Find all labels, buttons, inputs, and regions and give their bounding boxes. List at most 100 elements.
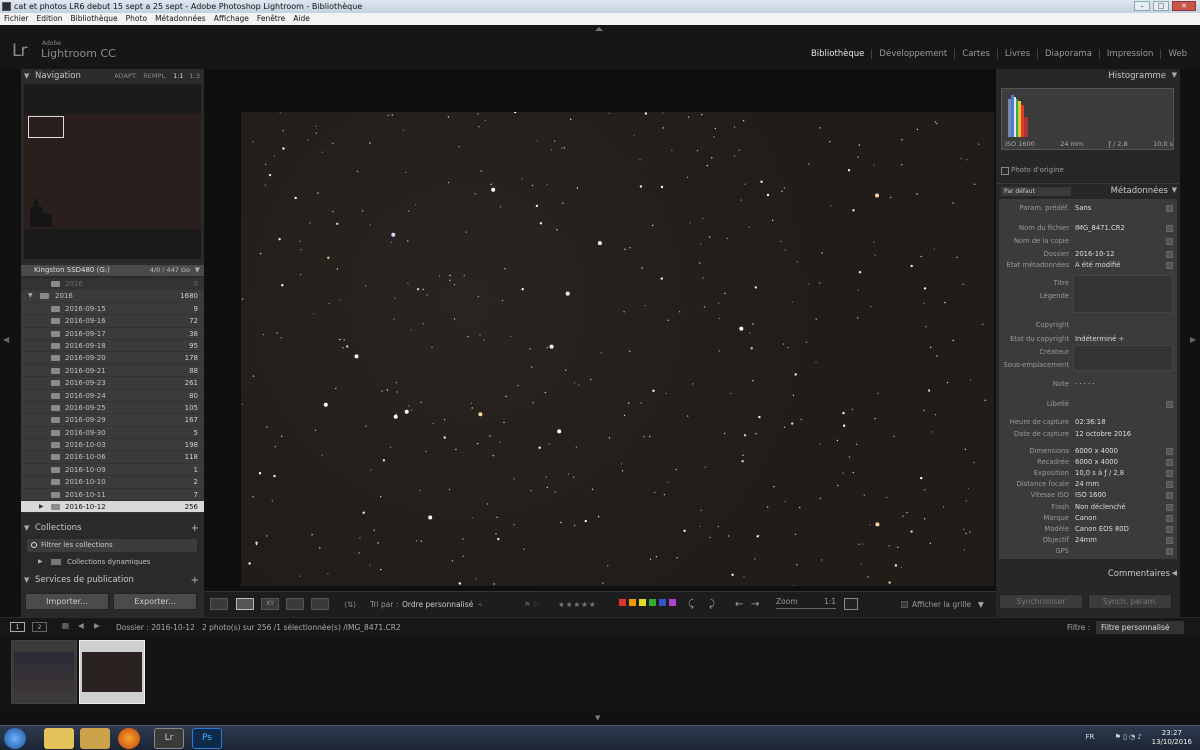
filmstrip-thumbnail[interactable] (11, 640, 77, 704)
previous-icon[interactable]: ← (735, 598, 743, 611)
expand-triangle-icon[interactable]: ▶ (38, 556, 43, 568)
clock[interactable]: 23:27 13/10/2016 (1152, 729, 1192, 747)
nav-adapt-option[interactable]: ADAPT. (114, 69, 137, 84)
metadata-value[interactable]: A été modifié (1075, 260, 1120, 271)
metadata-action-icon[interactable] (1166, 262, 1173, 269)
expand-triangle-icon[interactable]: ▼ (28, 290, 33, 302)
nav-1-1-option[interactable]: 1:1 (173, 69, 183, 84)
back-icon[interactable]: ◀ (78, 621, 84, 630)
color-label-icon[interactable] (669, 599, 676, 606)
people-view-icon[interactable] (311, 598, 329, 610)
folder-item[interactable]: 2016-10-06 118 (21, 451, 204, 464)
navigator-preview[interactable] (24, 84, 201, 259)
folder-item[interactable]: 2016 0 (21, 278, 204, 291)
lightroom-taskbar-icon[interactable]: Lr (154, 728, 184, 749)
sort-select[interactable]: Ordre personnalisé (402, 598, 473, 611)
volume-bar[interactable]: Kingston SSD480 (G:) 4/0 / 447 Go ▼ (21, 265, 204, 276)
crop-icon[interactable] (844, 598, 858, 610)
volume-menu-icon[interactable]: ▼ (195, 265, 200, 276)
color-label-icon[interactable] (649, 599, 656, 606)
next-icon[interactable]: → (751, 598, 759, 611)
grid-checkbox[interactable] (901, 601, 908, 608)
color-label-icon[interactable] (659, 599, 666, 606)
metadata-value[interactable]: 2016-10-12 (1075, 249, 1115, 260)
metadata-value[interactable]: Non déclenché (1075, 502, 1126, 513)
folder-item[interactable]: 2016-09-29 167 (21, 414, 204, 427)
folder-item[interactable]: 2016-09-24 80 (21, 389, 204, 402)
metadata-value[interactable]: Sans (1075, 203, 1091, 214)
forward-icon[interactable]: ▶ (94, 621, 100, 630)
sort-dropdown-icon[interactable]: ÷ (477, 598, 483, 611)
folder-item[interactable]: 2016-10-03 198 (21, 439, 204, 452)
folder-item[interactable]: 2016-09-25 105 (21, 401, 204, 415)
nav-1-3-option[interactable]: 1:3 (190, 69, 200, 84)
explorer-icon[interactable] (44, 728, 74, 749)
maximize-button[interactable]: □ (1153, 1, 1169, 11)
folder-item[interactable]: 2016-10-10 2 (21, 476, 204, 489)
folder-item[interactable]: ▶ 2016-10-12 256 (21, 501, 204, 514)
tray-icons[interactable]: ⚑ ▯ ◔ ♪ (1115, 733, 1142, 741)
filter-select[interactable]: Filtre personnalisé (1096, 621, 1184, 634)
expand-triangle-icon[interactable]: ◀ (1172, 569, 1177, 577)
original-photo-checkbox[interactable]: Photo d'origine (1001, 166, 1064, 175)
rotate-right-icon[interactable]: ⤸ (709, 598, 715, 611)
navigator-header[interactable]: ▼ Navigation ADAPT. REMPL. 1:1 1:3 (21, 69, 204, 84)
metadata-action-icon[interactable] (1166, 548, 1173, 555)
top-panel-toggle-icon[interactable] (595, 27, 603, 31)
collapse-triangle-icon[interactable]: ▼ (1172, 186, 1177, 194)
metadata-title[interactable]: Métadonnées (1111, 186, 1168, 196)
minimize-button[interactable]: – (1134, 1, 1150, 11)
metadata-action-icon[interactable] (1166, 481, 1173, 488)
toolbar-menu-icon[interactable]: ▼ (978, 598, 984, 611)
main-photo[interactable] (241, 112, 994, 586)
folder-item[interactable]: 2016-10-11 7 (21, 488, 204, 502)
metadata-value[interactable]: 6000 x 4000 (1075, 446, 1118, 457)
metadata-action-icon[interactable] (1166, 225, 1173, 232)
menu-affichage[interactable]: Affichage (214, 13, 249, 25)
metadata-action-icon[interactable] (1166, 504, 1173, 511)
filmstrip-thumbnail-selected[interactable] (79, 640, 145, 704)
start-button-icon[interactable] (4, 728, 26, 749)
metadata-value[interactable]: 24 mm (1075, 479, 1099, 490)
menu-metadonnees[interactable]: Métadonnées (155, 13, 206, 25)
metadata-action-icon[interactable] (1166, 526, 1173, 533)
module-livres[interactable]: Livres (996, 49, 1037, 59)
metadata-action-icon[interactable] (1166, 459, 1173, 466)
source-folder[interactable]: Dossier : 2016-10-12 (116, 623, 195, 632)
filter-collections-input[interactable]: Filtrer les collections (27, 539, 197, 552)
menu-photo[interactable]: Photo (126, 13, 147, 25)
second-window-button[interactable]: 2 (32, 622, 47, 632)
metadata-value[interactable]: · · · · · (1075, 379, 1094, 390)
right-panel-toggle-icon[interactable]: ▶ (1190, 335, 1196, 344)
loupe-view-icon[interactable] (236, 598, 254, 610)
menu-fenetre[interactable]: Fenêtre (257, 13, 285, 25)
collapse-triangle-icon[interactable]: ▼ (1172, 71, 1177, 79)
module-bibliotheque[interactable]: Bibliothèque (804, 49, 871, 59)
folder-item[interactable]: 2016-09-21 88 (21, 364, 204, 378)
module-cartes[interactable]: Cartes (954, 49, 997, 59)
comments-title[interactable]: Commentaires (1108, 569, 1170, 579)
menu-aide[interactable]: Aide (293, 13, 310, 25)
menu-fichier[interactable]: Fichier (4, 13, 29, 25)
painter-icon[interactable]: ⟨⇅⟩ (344, 598, 356, 611)
color-label-icon[interactable] (629, 599, 636, 606)
metadata-action-icon[interactable] (1166, 238, 1173, 245)
metadata-value[interactable]: Indéterminé ÷ (1075, 334, 1124, 345)
metadata-value[interactable]: Canon (1075, 513, 1097, 524)
metadata-value[interactable]: 24mm (1075, 535, 1097, 546)
metadata-value[interactable]: 02:36:18 (1075, 417, 1106, 428)
module-web[interactable]: Web (1160, 49, 1194, 59)
folder-item[interactable]: 2016-09-30 5 (21, 426, 204, 440)
metadata-value[interactable]: Canon EOS 80D (1075, 524, 1129, 535)
metadata-action-icon[interactable] (1166, 401, 1173, 408)
module-diaporama[interactable]: Diaporama (1037, 49, 1099, 59)
metadata-action-icon[interactable] (1166, 492, 1173, 499)
metadata-action-icon[interactable] (1166, 470, 1173, 477)
close-button[interactable]: ✕ (1172, 1, 1196, 11)
sync-settings-button[interactable]: Synch. param. (1088, 594, 1172, 609)
compare-view-icon[interactable]: XY (261, 598, 279, 610)
metadata-value[interactable]: 6000 x 4000 (1075, 457, 1118, 468)
metadata-action-icon[interactable] (1166, 251, 1173, 258)
folder-item[interactable]: 2016-09-15 9 (21, 302, 204, 316)
grid-mode-icon[interactable]: ▦ (62, 621, 69, 630)
